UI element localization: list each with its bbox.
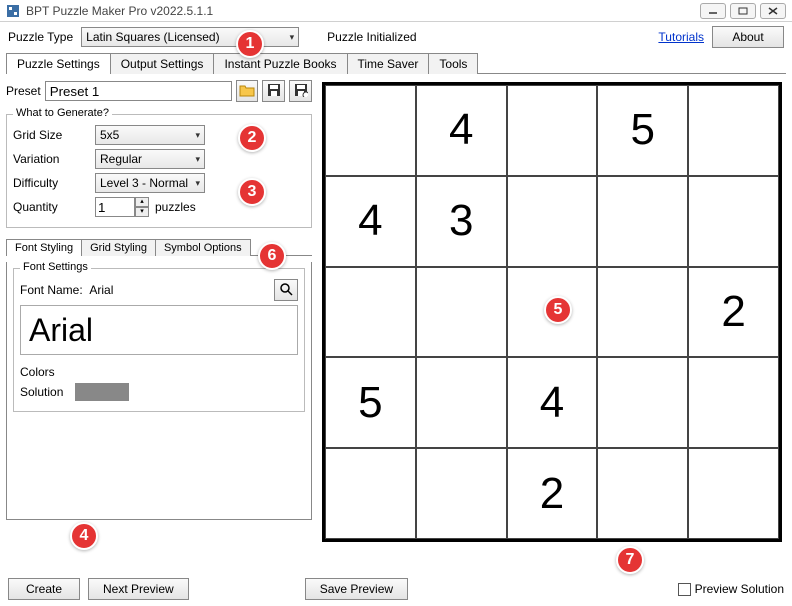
grid-size-label: Grid Size: [13, 128, 89, 142]
puzzle-cell: [416, 267, 507, 358]
puzzle-cell: [416, 448, 507, 539]
puzzle-type-label: Puzzle Type: [8, 30, 73, 44]
font-preview: Arial: [20, 305, 298, 355]
difficulty-label: Difficulty: [13, 176, 89, 190]
subtab-font-styling[interactable]: Font Styling: [6, 239, 82, 256]
generate-legend: What to Generate?: [13, 107, 112, 119]
app-icon: [6, 4, 20, 18]
chevron-down-icon: ▾: [195, 154, 200, 165]
checkbox-icon: [678, 583, 691, 596]
minimize-button[interactable]: [700, 3, 726, 19]
main-tabs: Puzzle Settings Output Settings Instant …: [6, 52, 786, 74]
spin-up-button[interactable]: ▴: [135, 197, 149, 207]
font-settings-group: Font Settings Font Name: Arial Arial Col…: [13, 268, 305, 412]
subtab-symbol-options[interactable]: Symbol Options: [155, 239, 251, 256]
folder-icon: [239, 83, 255, 100]
preset-row: Preset: [6, 80, 312, 102]
callout-1: 1: [236, 30, 264, 58]
puzzle-cell: 5: [325, 357, 416, 448]
quantity-label: Quantity: [13, 200, 89, 214]
puzzle-cell: [688, 357, 779, 448]
puzzle-cell: [325, 267, 416, 358]
variation-label: Variation: [13, 152, 89, 166]
puzzle-cell: 2: [507, 448, 598, 539]
quantity-unit: puzzles: [155, 200, 196, 214]
callout-5: 5: [544, 296, 572, 324]
font-browse-button[interactable]: [274, 279, 298, 301]
next-preview-button[interactable]: Next Preview: [88, 578, 189, 600]
save-preview-button[interactable]: Save Preview: [305, 578, 408, 600]
callout-7: 7: [616, 546, 644, 574]
window-titlebar: BPT Puzzle Maker Pro v2022.5.1.1: [0, 0, 792, 22]
font-settings-legend: Font Settings: [20, 261, 91, 273]
puzzle-cell: [597, 267, 688, 358]
styling-panel: Font Settings Font Name: Arial Arial Col…: [6, 262, 312, 520]
about-button[interactable]: About: [712, 26, 784, 48]
font-name-value: Arial: [89, 283, 113, 297]
puzzle-cell: [597, 357, 688, 448]
tab-puzzle-settings[interactable]: Puzzle Settings: [6, 53, 111, 74]
callout-2: 2: [238, 124, 266, 152]
chevron-down-icon: ▾: [290, 32, 295, 43]
spin-down-button[interactable]: ▾: [135, 207, 149, 217]
puzzle-cell: [507, 85, 598, 176]
grid-size-combo[interactable]: 5x5▾: [95, 125, 205, 145]
status-text: Puzzle Initialized: [327, 30, 416, 44]
open-preset-button[interactable]: [236, 80, 259, 102]
maximize-button[interactable]: [730, 3, 756, 19]
chevron-down-icon: ▾: [195, 130, 200, 141]
quantity-spinner[interactable]: ▴▾: [95, 197, 149, 217]
puzzle-cell: 3: [416, 176, 507, 267]
preset-label: Preset: [6, 84, 41, 98]
chevron-down-icon: ▾: [195, 178, 200, 189]
save-preset-button[interactable]: [262, 80, 285, 102]
save-icon: [267, 83, 281, 100]
tab-output-settings[interactable]: Output Settings: [110, 53, 215, 74]
solution-color-swatch[interactable]: [75, 383, 129, 401]
puzzle-cell: 2: [688, 267, 779, 358]
puzzle-cell: [688, 85, 779, 176]
callout-3: 3: [238, 178, 266, 206]
puzzle-cell: [325, 448, 416, 539]
close-button[interactable]: [760, 3, 786, 19]
tutorials-link[interactable]: Tutorials: [658, 30, 704, 44]
puzzle-cell: 5: [597, 85, 688, 176]
puzzle-cell: [325, 85, 416, 176]
tab-tools[interactable]: Tools: [428, 53, 478, 74]
puzzle-type-combo[interactable]: Latin Squares (Licensed) ▾: [81, 27, 299, 47]
puzzle-cell: [597, 176, 688, 267]
save-as-icon: [294, 83, 308, 100]
search-icon: [279, 282, 293, 299]
callout-6: 6: [258, 242, 286, 270]
font-name-label: Font Name:: [20, 283, 83, 297]
create-button[interactable]: Create: [8, 578, 80, 600]
difficulty-combo[interactable]: Level 3 - Normal▾: [95, 173, 205, 193]
subtab-grid-styling[interactable]: Grid Styling: [81, 239, 156, 256]
puzzle-cell: [688, 448, 779, 539]
window-title: BPT Puzzle Maker Pro v2022.5.1.1: [26, 4, 700, 18]
puzzle-cell: [507, 176, 598, 267]
puzzle-cell: [597, 448, 688, 539]
solution-color-label: Solution: [20, 385, 63, 399]
preview-solution-checkbox[interactable]: Preview Solution: [678, 582, 784, 596]
tab-instant-puzzle-books[interactable]: Instant Puzzle Books: [213, 53, 347, 74]
puzzle-cell: 4: [416, 85, 507, 176]
save-as-preset-button[interactable]: [289, 80, 312, 102]
preset-input[interactable]: [45, 81, 232, 101]
quantity-input[interactable]: [95, 197, 135, 217]
top-toolbar: Puzzle Type Latin Squares (Licensed) ▾ P…: [0, 22, 792, 52]
callout-4: 4: [70, 522, 98, 550]
tab-time-saver[interactable]: Time Saver: [347, 53, 430, 74]
variation-combo[interactable]: Regular▾: [95, 149, 205, 169]
colors-label: Colors: [20, 365, 298, 379]
puzzle-cell: 4: [325, 176, 416, 267]
puzzle-cell: 4: [507, 357, 598, 448]
footer-bar: Create Next Preview Save Preview Preview…: [0, 572, 792, 606]
generate-group: What to Generate? Grid Size 5x5▾ Variati…: [6, 114, 312, 228]
puzzle-cell: [688, 176, 779, 267]
puzzle-cell: [416, 357, 507, 448]
